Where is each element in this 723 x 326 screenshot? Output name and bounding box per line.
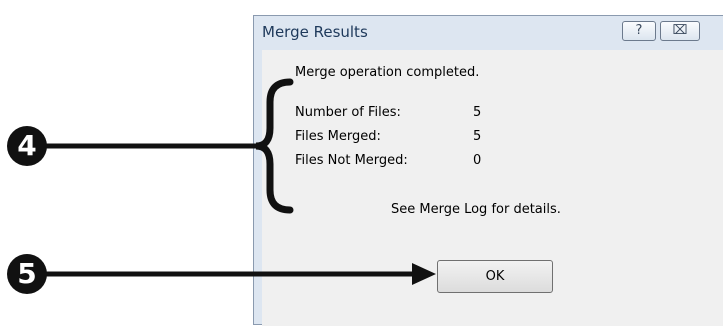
- callout-badge-4: 4: [7, 126, 47, 166]
- arrow-head-icon: [412, 263, 436, 285]
- callout-badge-5: 5: [7, 254, 47, 294]
- curly-brace-icon: [255, 78, 294, 214]
- annotation-overlay: [40, 78, 436, 285]
